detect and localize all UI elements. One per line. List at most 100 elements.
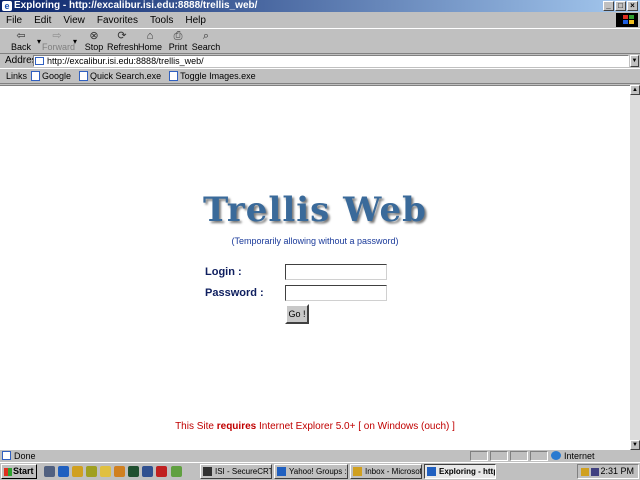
start-button[interactable]: Start bbox=[1, 464, 37, 479]
menu-tools[interactable]: Tools bbox=[150, 15, 173, 26]
quicklaunch-app-icon[interactable] bbox=[114, 466, 125, 477]
close-button[interactable]: × bbox=[627, 1, 638, 11]
status-pane bbox=[510, 451, 528, 461]
windows-logo-icon bbox=[4, 468, 12, 476]
ie-page-icon bbox=[277, 467, 286, 476]
trellis-web-logo: Trellis Web bbox=[203, 190, 427, 230]
forward-dropdown-icon[interactable]: ▾ bbox=[73, 37, 77, 46]
quicklaunch-desktop-icon[interactable] bbox=[44, 466, 55, 477]
securecrt-icon bbox=[203, 467, 212, 476]
task-inbox-label: Inbox - Microsoft ... bbox=[365, 467, 422, 476]
login-label: Login : bbox=[205, 266, 242, 278]
windows-taskbar: Start ISI - SecureCRT Yahoo! Groups : i.… bbox=[0, 462, 640, 480]
status-pane bbox=[530, 451, 548, 461]
task-securecrt-label: ISI - SecureCRT bbox=[215, 467, 272, 476]
windows-logo-icon bbox=[616, 13, 638, 27]
link-page-icon bbox=[79, 71, 89, 81]
task-exploring[interactable]: Exploring - http... bbox=[424, 464, 496, 479]
back-button[interactable]: ⇦ Back bbox=[6, 30, 36, 54]
quicklaunch-app-icon[interactable] bbox=[142, 466, 153, 477]
forward-label: Forward bbox=[42, 42, 76, 52]
task-securecrt[interactable]: ISI - SecureCRT bbox=[200, 464, 272, 479]
print-button[interactable]: ⎙ Print bbox=[163, 30, 193, 54]
forward-button[interactable]: ⇨ Forward bbox=[42, 30, 76, 54]
page-content: Trellis Web (Temporarily allowing withou… bbox=[0, 85, 630, 450]
link-quick-search-label: Quick Search.exe bbox=[90, 71, 162, 81]
address-url[interactable]: http://excalibur.isi.edu:8888/trellis_we… bbox=[47, 56, 204, 66]
password-input[interactable] bbox=[285, 285, 387, 301]
back-label: Back bbox=[10, 42, 31, 52]
link-google-label: Google bbox=[42, 71, 72, 81]
standard-toolbar: ⇦ Back ▾ ⇨ Forward ▾ ⊗ Stop ⟳ Refresh ⌂ … bbox=[0, 28, 640, 54]
login-input[interactable] bbox=[285, 264, 387, 280]
link-google[interactable]: Google bbox=[31, 71, 71, 81]
internet-zone-icon bbox=[551, 451, 561, 460]
address-bar: Address http://excalibur.isi.edu:8888/tr… bbox=[0, 54, 640, 68]
search-icon: ⌕ bbox=[202, 30, 210, 42]
status-page-icon bbox=[2, 451, 11, 460]
menu-edit[interactable]: Edit bbox=[34, 15, 51, 26]
scroll-up-icon[interactable]: ▲ bbox=[630, 85, 640, 95]
home-icon: ⌂ bbox=[146, 30, 154, 42]
minimize-button[interactable]: _ bbox=[603, 1, 614, 11]
quicklaunch-app-icon[interactable] bbox=[171, 466, 182, 477]
print-label: Print bbox=[168, 42, 188, 52]
password-label: Password : bbox=[205, 287, 264, 299]
password-notice: (Temporarily allowing without a password… bbox=[231, 236, 399, 246]
stop-label: Stop bbox=[84, 42, 104, 52]
window-titlebar[interactable]: e Exploring - http://excalibur.isi.edu:8… bbox=[0, 0, 640, 12]
status-pane bbox=[470, 451, 488, 461]
link-toggle-images-label: Toggle Images.exe bbox=[180, 71, 256, 81]
back-dropdown-icon[interactable]: ▾ bbox=[37, 37, 41, 46]
quicklaunch-app-icon[interactable] bbox=[156, 466, 167, 477]
quicklaunch-app-icon[interactable] bbox=[128, 466, 139, 477]
status-text: Done bbox=[14, 451, 36, 461]
start-label: Start bbox=[13, 466, 34, 476]
window-controls: _ □ × bbox=[603, 1, 638, 11]
vertical-scrollbar[interactable]: ▲ ▼ bbox=[630, 85, 640, 450]
menu-help[interactable]: Help bbox=[185, 15, 206, 26]
refresh-icon: ⟳ bbox=[117, 30, 127, 42]
clock[interactable]: 2:31 PM bbox=[600, 466, 634, 476]
link-quick-search[interactable]: Quick Search.exe bbox=[79, 71, 161, 81]
menu-file[interactable]: File bbox=[6, 15, 22, 26]
address-input[interactable]: http://excalibur.isi.edu:8888/trellis_we… bbox=[33, 55, 629, 67]
search-button[interactable]: ⌕ Search bbox=[191, 30, 221, 54]
scroll-down-icon[interactable]: ▼ bbox=[630, 440, 640, 450]
stop-button[interactable]: ⊗ Stop bbox=[79, 30, 109, 54]
quicklaunch-app-icon[interactable] bbox=[86, 466, 97, 477]
window-title: Exploring - http://excalibur.isi.edu:888… bbox=[14, 0, 258, 11]
menu-favorites[interactable]: Favorites bbox=[97, 15, 138, 26]
address-dropdown-button[interactable]: ▼ bbox=[630, 55, 639, 67]
links-bar: Links Google Quick Search.exe Toggle Ima… bbox=[0, 68, 640, 84]
outlook-icon bbox=[353, 467, 362, 476]
menu-view[interactable]: View bbox=[63, 15, 85, 26]
task-yahoo-groups[interactable]: Yahoo! Groups : i... bbox=[274, 464, 348, 479]
quicklaunch-outlook-icon[interactable] bbox=[72, 466, 83, 477]
volume-icon[interactable] bbox=[591, 468, 599, 476]
print-icon: ⎙ bbox=[173, 30, 183, 42]
link-page-icon bbox=[31, 71, 41, 81]
security-zone-label: Internet bbox=[564, 451, 595, 461]
tray-app-icon[interactable] bbox=[581, 468, 589, 476]
search-label: Search bbox=[191, 42, 221, 52]
home-label: Home bbox=[137, 42, 162, 52]
status-bar: Done Internet bbox=[0, 450, 640, 462]
go-button[interactable]: Go ! bbox=[285, 304, 309, 324]
footer-text-pre: This Site bbox=[175, 421, 217, 432]
menu-bar: File Edit View Favorites Tools Help bbox=[0, 12, 640, 28]
page-icon bbox=[35, 57, 44, 65]
quicklaunch-ie-icon[interactable] bbox=[58, 466, 69, 477]
stop-icon: ⊗ bbox=[89, 30, 99, 42]
refresh-label: Refresh bbox=[107, 42, 139, 52]
browser-requirement-note: This Site requires Internet Explorer 5.0… bbox=[0, 421, 630, 432]
status-pane bbox=[490, 451, 508, 461]
task-inbox[interactable]: Inbox - Microsoft ... bbox=[350, 464, 422, 479]
task-exploring-label: Exploring - http... bbox=[439, 467, 495, 476]
footer-text-bold: requires bbox=[216, 421, 257, 432]
home-button[interactable]: ⌂ Home bbox=[135, 30, 165, 54]
maximize-button[interactable]: □ bbox=[615, 1, 626, 11]
quicklaunch-folder-icon[interactable] bbox=[100, 466, 111, 477]
link-toggle-images[interactable]: Toggle Images.exe bbox=[169, 71, 256, 81]
refresh-button[interactable]: ⟳ Refresh bbox=[107, 30, 139, 54]
